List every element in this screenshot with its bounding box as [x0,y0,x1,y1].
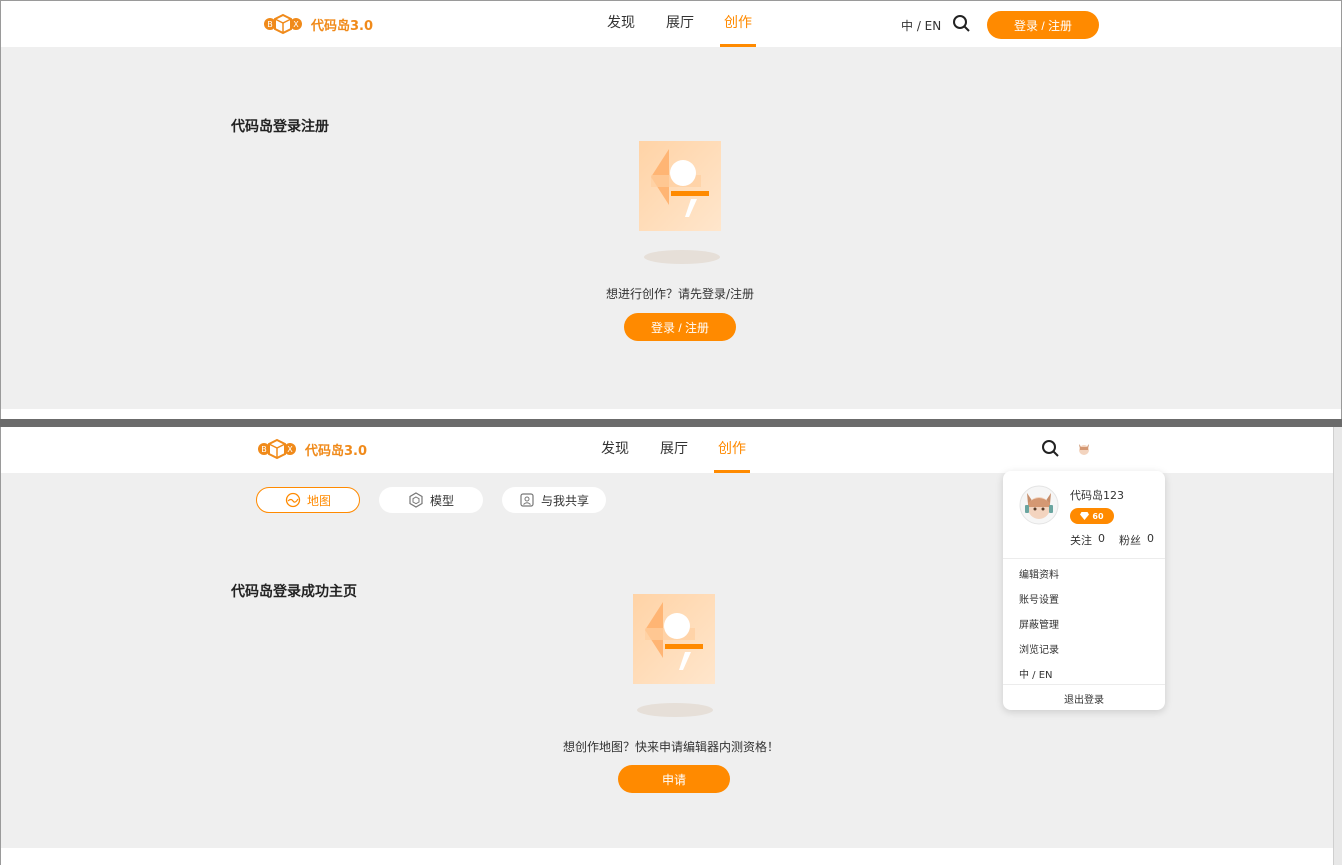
search-icon[interactable] [1041,439,1061,459]
diamond-icon [1080,512,1090,520]
nav-discover[interactable]: 发现 [606,1,636,47]
svg-text:X: X [293,20,299,29]
user-dropdown-menu: 代码岛123 60 关注 0 粉丝 0 编辑资料 账号设置 屏蔽管理 浏览记录 … [1003,471,1165,710]
language-switch[interactable]: 中 / EN [901,17,941,34]
following-count: 0 [1098,532,1105,545]
screen-divider [0,419,1342,427]
username: 代码岛123 [1070,489,1124,502]
coin-count: 60 [1092,511,1104,521]
tab-label: 模型 [429,493,454,508]
logo-icon: B X [258,438,296,460]
apply-button[interactable]: 申请 [618,765,730,793]
login-register-button[interactable]: 登录 / 注册 [987,11,1099,39]
shared-icon [520,493,534,507]
tab-model[interactable]: 模型 [379,487,483,513]
nav-hall[interactable]: 展厅 [659,427,689,473]
followers-count: 0 [1147,532,1154,545]
followers-label[interactable]: 粉丝 [1119,532,1141,548]
user-avatar[interactable] [1075,440,1093,458]
nav-create[interactable]: 创作 [720,1,756,47]
logo-icon: B X [264,13,302,35]
divider [1003,558,1165,559]
menu-block-management[interactable]: 屏蔽管理 [1019,616,1059,631]
logged-out-screen: B X 代码岛3.0 发现 展厅 创作 中 / EN 登录 / 注册 代码岛登录… [0,0,1342,421]
nav-create[interactable]: 创作 [714,427,750,473]
tab-map[interactable]: 地图 [256,487,360,513]
logout-button[interactable]: 退出登录 [1003,691,1165,706]
page-heading: 代码岛登录成功主页 [231,584,357,600]
cta-login-button[interactable]: 登录 / 注册 [624,313,736,341]
empty-state-illustration [639,141,721,231]
empty-state-illustration [633,594,715,684]
empty-state-message: 想进行创作？请先登录/注册 [605,287,755,301]
illustration-shadow [644,250,720,264]
tab-shared-with-me[interactable]: 与我共享 [502,487,606,513]
following-label[interactable]: 关注 [1070,532,1092,548]
menu-browse-history[interactable]: 浏览记录 [1019,641,1059,656]
svg-text:B: B [267,20,273,29]
coin-badge: 60 [1070,508,1114,524]
search-icon[interactable] [952,14,972,34]
dropdown-avatar [1019,485,1059,525]
model-icon [409,492,423,508]
logo[interactable]: B X 代码岛3.0 [257,438,367,460]
logo[interactable]: B X 代码岛3.0 [263,13,373,35]
logo-text: 代码岛3.0 [305,443,368,459]
logo-text: 代码岛3.0 [311,18,374,34]
nav-discover[interactable]: 发现 [600,427,630,473]
map-icon [285,492,301,508]
svg-text:X: X [287,445,293,454]
illustration-shadow [637,703,713,717]
menu-language-switch[interactable]: 中 / EN [1019,666,1053,681]
logged-in-screen: B X 代码岛3.0 发现 展厅 创作 地图 模型 与我共享 代码岛登录成功主页… [0,427,1342,865]
menu-edit-profile[interactable]: 编辑资料 [1019,566,1059,581]
divider [1003,684,1165,685]
follow-stats: 关注 0 粉丝 0 [1070,532,1154,548]
nav-hall[interactable]: 展厅 [665,1,695,47]
page-heading: 代码岛登录注册 [231,119,329,135]
top-navbar: B X 代码岛3.0 发现 展厅 创作 中 / EN 登录 / 注册 [1,1,1341,47]
svg-text:B: B [261,445,267,454]
top-navbar: B X 代码岛3.0 发现 展厅 创作 [1,427,1342,473]
tab-label: 与我共享 [540,493,589,508]
footer-strip [1,848,1342,865]
menu-account-settings[interactable]: 账号设置 [1019,591,1059,606]
empty-state-message: 想创作地图？快来申请编辑器内测资格！ [562,740,779,754]
tab-label: 地图 [306,493,331,508]
scrollbar[interactable] [1333,427,1342,865]
